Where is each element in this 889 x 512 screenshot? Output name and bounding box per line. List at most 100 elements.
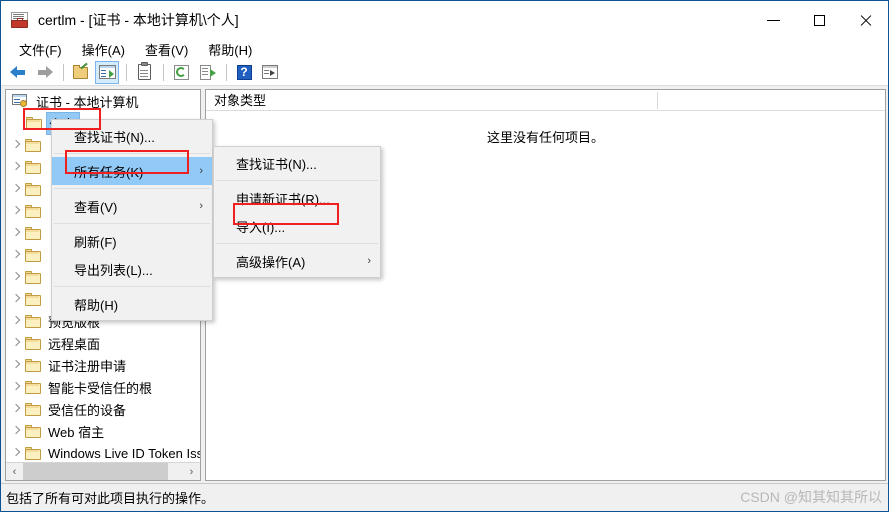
menu-file[interactable]: 文件(F) xyxy=(9,39,72,60)
toolbar-open-button[interactable] xyxy=(69,61,93,84)
chevron-right-icon[interactable] xyxy=(10,182,24,196)
toolbar-console-tree-button[interactable] xyxy=(95,60,119,84)
context-menu-separator xyxy=(54,223,210,224)
submenu-item-advanced-operations[interactable]: 高级操作(A) › xyxy=(214,247,380,275)
chevron-right-icon[interactable] xyxy=(10,292,24,306)
status-bar-text: 包括了所有可对此项目执行的操作。 xyxy=(6,491,215,506)
toolbar-refresh-button[interactable] xyxy=(169,61,193,84)
toolbar-separator xyxy=(126,63,127,81)
tree-item-label xyxy=(46,144,50,146)
toolbar-forward-button[interactable] xyxy=(32,61,56,84)
folder-icon xyxy=(25,380,41,394)
tree-item-smartcard-trusted-roots[interactable]: 智能卡受信任的根 xyxy=(6,376,200,398)
tree-item-label xyxy=(46,232,50,234)
context-menu-item-help[interactable]: 帮助(H) xyxy=(52,290,212,318)
submenu-item-import[interactable]: 导入(I)... xyxy=(214,212,380,240)
submenu-separator xyxy=(216,180,378,181)
close-icon xyxy=(859,14,872,27)
scroll-right-button[interactable]: › xyxy=(183,463,200,480)
chevron-right-icon: › xyxy=(199,165,203,177)
folder-icon xyxy=(25,424,41,438)
scroll-thumb[interactable] xyxy=(23,463,168,480)
tree-item-remote-desktop[interactable]: 远程桌面 xyxy=(6,332,200,354)
maximize-button[interactable] xyxy=(796,1,842,39)
watermark: CSDN @知其知其所以 xyxy=(740,489,882,505)
folder-icon xyxy=(25,314,41,328)
tree-item-label: Web 宿主 xyxy=(48,424,105,440)
tree-horizontal-scrollbar[interactable]: ‹ › xyxy=(6,462,200,480)
submenu-item-find-certificates[interactable]: 查找证书(N)... xyxy=(214,149,380,177)
submenu-item-label: 导入(I)... xyxy=(236,219,286,235)
context-menu-item-export-list[interactable]: 导出列表(L)... xyxy=(52,255,212,283)
tree-root-node[interactable]: 证书 - 本地计算机 xyxy=(6,90,200,112)
toolbar-properties-button[interactable] xyxy=(132,61,156,84)
chevron-right-icon[interactable] xyxy=(10,380,24,394)
folder-icon xyxy=(25,336,41,350)
folder-icon xyxy=(25,226,41,240)
tree-item-trusted-devices[interactable]: 受信任的设备 xyxy=(6,398,200,420)
folder-icon xyxy=(25,204,41,218)
chevron-right-icon: › xyxy=(199,200,203,212)
menu-view[interactable]: 查看(V) xyxy=(135,39,198,60)
open-folder-icon xyxy=(72,62,90,80)
chevron-right-icon[interactable] xyxy=(10,226,24,240)
export-list-icon xyxy=(199,64,216,80)
scroll-track[interactable] xyxy=(23,463,183,480)
context-menu-item-find-certificates[interactable]: 查找证书(N)... xyxy=(52,122,212,150)
context-menu-item-all-tasks[interactable]: 所有任务(K) › xyxy=(52,157,212,185)
list-empty-message: 这里没有任何项目。 xyxy=(486,130,604,145)
forward-arrow-icon xyxy=(36,65,53,79)
submenu-separator xyxy=(216,243,378,244)
context-menu-item-refresh[interactable]: 刷新(F) xyxy=(52,227,212,255)
minimize-icon xyxy=(766,19,780,21)
tree-item-label: 证书注册申请 xyxy=(48,358,127,374)
menu-help[interactable]: 帮助(H) xyxy=(198,39,262,60)
chevron-right-icon[interactable] xyxy=(10,160,24,174)
toolbar-help-button[interactable]: ? xyxy=(232,61,256,84)
chevron-right-icon[interactable] xyxy=(10,336,24,350)
tree-item-label: 远程桌面 xyxy=(48,336,101,352)
toolbar-separator xyxy=(226,63,227,81)
tree-item-label xyxy=(46,210,50,212)
submenu-item-label: 查找证书(N)... xyxy=(236,156,317,172)
scroll-left-button[interactable]: ‹ xyxy=(6,463,23,480)
chevron-right-icon[interactable] xyxy=(10,248,24,262)
column-header-object-type[interactable]: 对象类型 xyxy=(206,90,266,111)
toolbar-action-pane-button[interactable] xyxy=(258,61,282,84)
list-column-header: 对象类型 xyxy=(206,90,885,111)
toolbar-export-button[interactable] xyxy=(195,61,219,84)
folder-icon xyxy=(25,358,41,372)
tree-item-label xyxy=(46,276,50,278)
tree-item-cert-enrollment-requests[interactable]: 证书注册申请 xyxy=(6,354,200,376)
column-divider[interactable] xyxy=(657,92,658,109)
toolbar-separator xyxy=(63,63,64,81)
context-menu-item-label: 查看(V) xyxy=(74,199,118,215)
folder-icon xyxy=(25,182,41,196)
context-menu-item-view[interactable]: 查看(V) › xyxy=(52,192,212,220)
tree-item-web-hosting[interactable]: Web 宿主 xyxy=(6,420,200,442)
chevron-right-icon[interactable] xyxy=(10,424,24,438)
submenu-item-request-new-certificate[interactable]: 申请新证书(R)... xyxy=(214,184,380,212)
chevron-right-icon[interactable] xyxy=(10,446,24,460)
close-button[interactable] xyxy=(842,1,888,39)
panel-view-icon xyxy=(262,65,278,79)
context-menu-item-label: 所有任务(K) xyxy=(74,164,144,180)
chevron-right-icon[interactable] xyxy=(10,138,24,152)
context-menu-item-label: 刷新(F) xyxy=(74,234,117,250)
chevron-right-icon[interactable] xyxy=(10,204,24,218)
tree-root-label: 证书 - 本地计算机 xyxy=(36,94,139,110)
minimize-button[interactable] xyxy=(750,1,796,39)
tree-item-windows-live-id-token-issuer[interactable]: Windows Live ID Token Iss xyxy=(6,442,200,462)
certlm-window: certlm - [证书 - 本地计算机\个人] 文件(F) 操作(A) 查看(… xyxy=(0,0,889,512)
chevron-right-icon[interactable] xyxy=(10,358,24,372)
chevron-right-icon[interactable] xyxy=(10,402,24,416)
chevron-right-icon[interactable] xyxy=(10,270,24,284)
toolbar-back-button[interactable] xyxy=(6,61,30,84)
toolbar: ? xyxy=(1,59,888,86)
menu-action[interactable]: 操作(A) xyxy=(72,39,135,60)
tree-item-label xyxy=(46,254,50,256)
tree-item-label xyxy=(46,166,50,168)
folder-icon xyxy=(25,446,41,460)
chevron-right-icon[interactable] xyxy=(10,314,24,328)
help-icon: ? xyxy=(236,64,252,80)
